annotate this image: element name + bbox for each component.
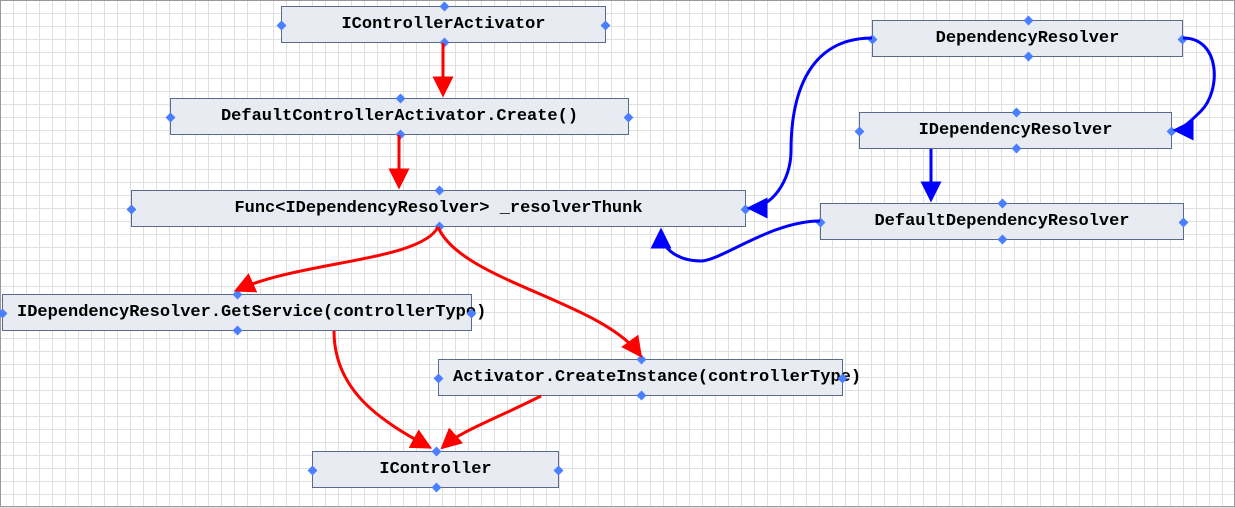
handle-icon (308, 465, 318, 475)
node-icontrolleractivator[interactable]: IControllerActivator (281, 6, 606, 43)
handle-icon (554, 465, 564, 475)
handle-icon (166, 112, 176, 122)
node-label: IController (379, 460, 491, 479)
handle-icon (0, 308, 7, 318)
handle-icon (741, 204, 751, 214)
handle-icon (434, 222, 444, 232)
arrow-dependencyresolver-to-thunk (750, 38, 872, 208)
handle-icon (434, 373, 444, 383)
node-label: IDependencyResolver (919, 121, 1113, 140)
node-label: Func<IDependencyResolver> _resolverThunk (234, 199, 642, 218)
node-defaultcontrolleractivator-create[interactable]: DefaultControllerActivator.Create() (170, 98, 629, 135)
handle-icon (395, 94, 405, 104)
handle-icon (636, 355, 646, 365)
handle-icon (1179, 217, 1189, 227)
handle-icon (277, 20, 287, 30)
handle-icon (998, 235, 1008, 245)
handle-icon (233, 290, 243, 300)
handle-icon (439, 2, 449, 12)
handle-icon (439, 38, 449, 48)
handle-icon (434, 186, 444, 196)
handle-icon (868, 34, 878, 44)
handle-icon (636, 391, 646, 401)
handle-icon (624, 112, 634, 122)
node-defaultdependencyresolver[interactable]: DefaultDependencyResolver (820, 203, 1184, 240)
handle-icon (127, 204, 137, 214)
arrow-createinstance-to-icontroller (443, 396, 541, 447)
arrow-getservice-to-icontroller (334, 331, 429, 447)
handle-icon (233, 326, 243, 336)
node-label: IControllerActivator (341, 15, 545, 34)
handle-icon (431, 483, 441, 493)
node-icontroller[interactable]: IController (312, 451, 559, 488)
handle-icon (1023, 52, 1033, 62)
node-label: DependencyResolver (936, 29, 1120, 48)
handle-icon (855, 126, 865, 136)
handle-icon (1167, 126, 1177, 136)
handle-icon (395, 130, 405, 140)
node-label: Activator.CreateInstance(controllerType) (453, 368, 861, 387)
node-createinstance[interactable]: Activator.CreateInstance(controllerType) (438, 359, 843, 396)
handle-icon (431, 447, 441, 457)
arrow-default-to-thunk (661, 221, 820, 261)
handle-icon (1011, 108, 1021, 118)
handle-icon (816, 217, 826, 227)
node-getservice[interactable]: IDependencyResolver.GetService(controlle… (2, 294, 472, 331)
handle-icon (1023, 16, 1033, 26)
handle-icon (601, 20, 611, 30)
handle-icon (1011, 144, 1021, 154)
node-dependencyresolver[interactable]: DependencyResolver (872, 20, 1183, 57)
node-label: DefaultDependencyResolver (874, 212, 1129, 231)
node-label: IDependencyResolver.GetService(controlle… (17, 303, 486, 322)
node-idependencyresolver[interactable]: IDependencyResolver (859, 112, 1172, 149)
arrow-thunk-to-getservice (237, 227, 438, 290)
node-label: DefaultControllerActivator.Create() (221, 107, 578, 126)
handle-icon (1178, 34, 1188, 44)
arrows-overlay (1, 1, 1235, 508)
arrow-thunk-to-createinstance (438, 227, 640, 355)
handle-icon (998, 199, 1008, 209)
node-func-resolver-thunk[interactable]: Func<IDependencyResolver> _resolverThunk (131, 190, 746, 227)
